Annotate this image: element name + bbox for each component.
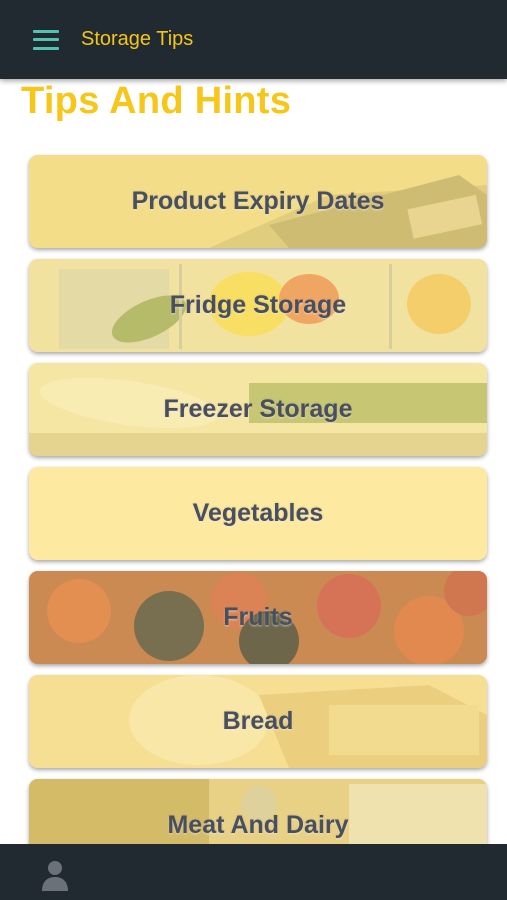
card-product-expiry-dates[interactable]: Product Expiry Dates (29, 155, 487, 248)
card-fridge-storage[interactable]: Fridge Storage (29, 259, 487, 352)
card-freezer-storage[interactable]: Freezer Storage (29, 363, 487, 456)
app-bar: Storage Tips (0, 0, 507, 79)
card-label: Freezer Storage (163, 395, 353, 423)
user-profile-icon[interactable] (40, 859, 70, 891)
card-fruits[interactable]: Fruits (29, 571, 487, 664)
hamburger-menu-icon[interactable] (33, 29, 61, 50)
bottom-bar (0, 844, 507, 900)
page-title: Tips And Hints (21, 80, 292, 122)
card-label: Vegetables (192, 499, 324, 527)
card-vegetables[interactable]: Vegetables (29, 467, 487, 560)
app-title: Storage Tips (81, 28, 194, 50)
card-label: Product Expiry Dates (131, 187, 385, 215)
card-bread[interactable]: Bread (29, 675, 487, 768)
card-label: Bread (222, 707, 294, 735)
card-label: Fridge Storage (169, 291, 347, 319)
card-label: Fruits (223, 603, 293, 631)
